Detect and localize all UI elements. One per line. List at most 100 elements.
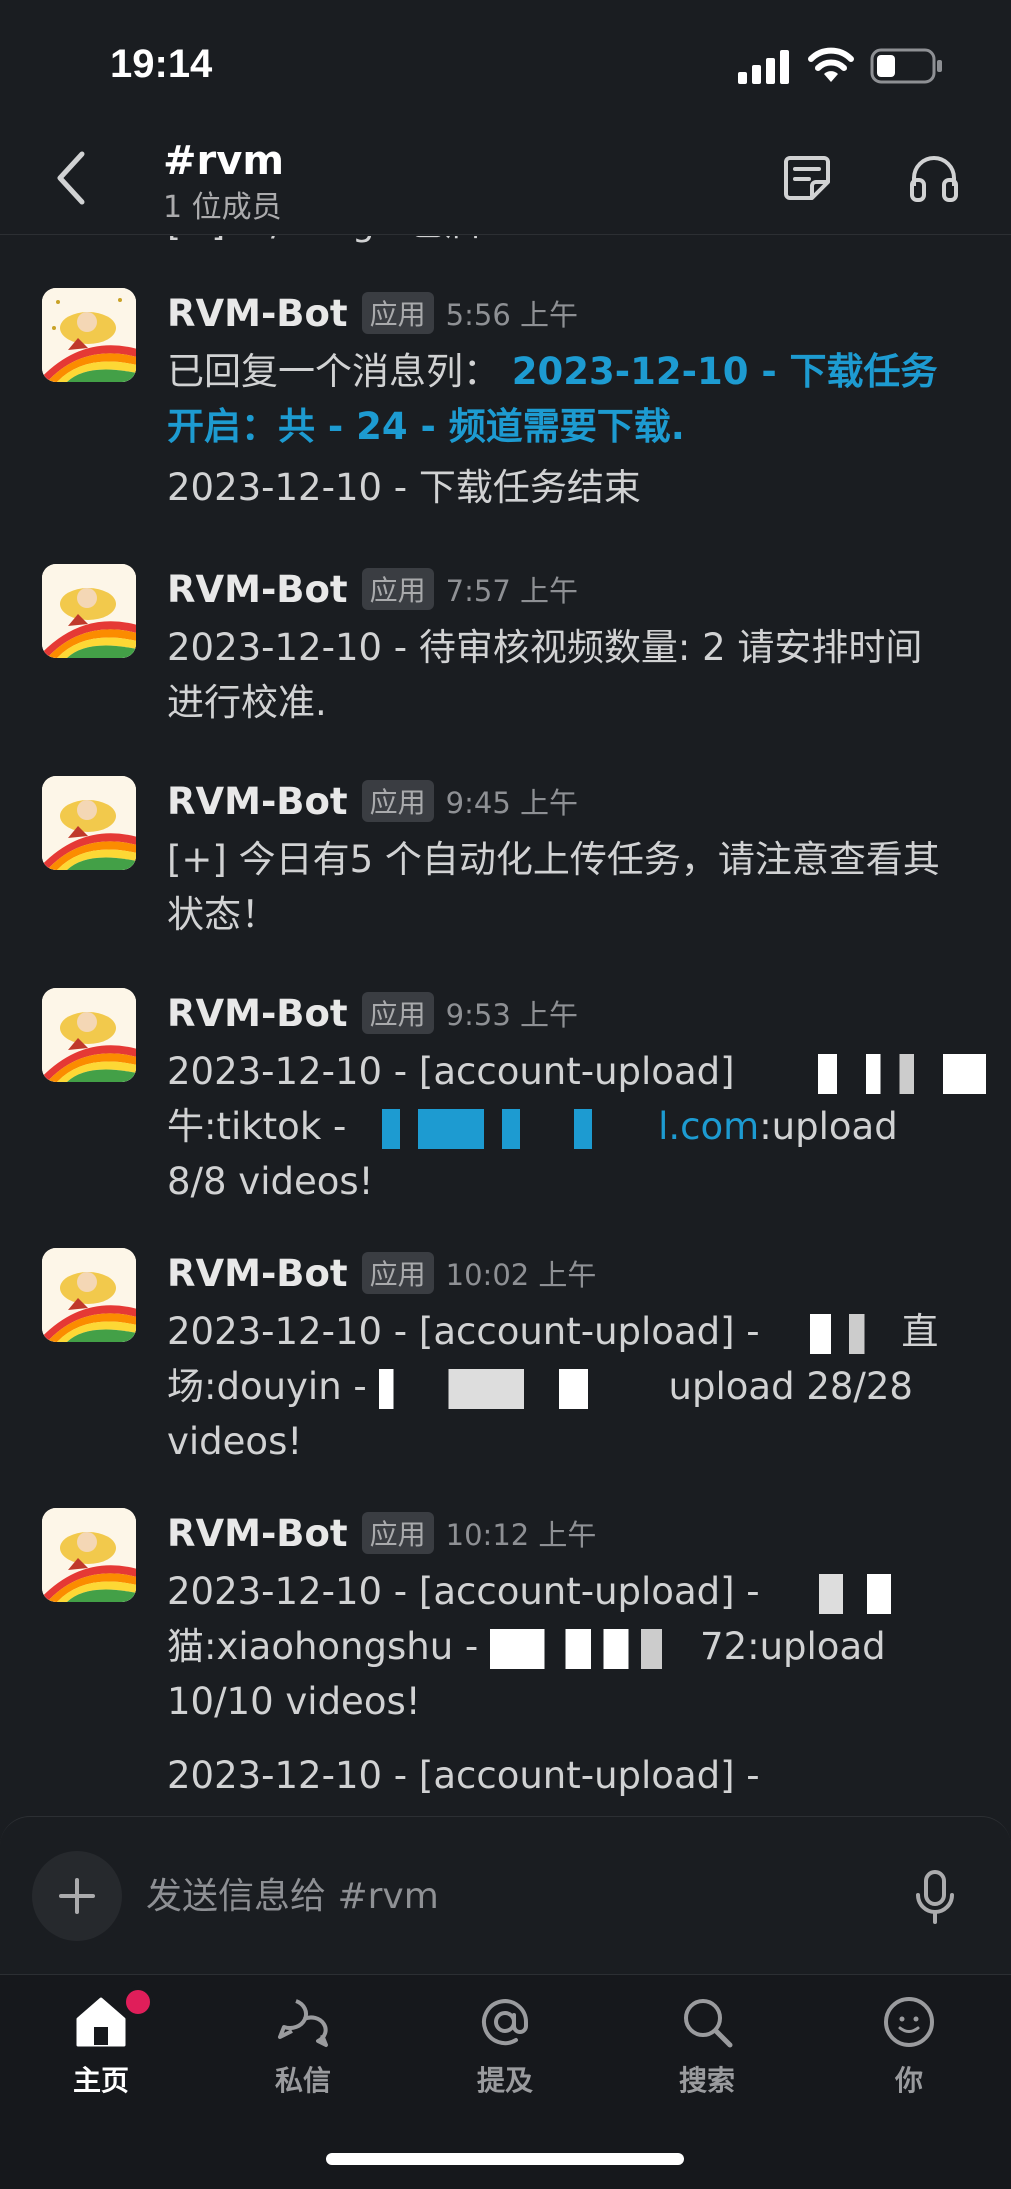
message-line: videos!: [167, 1420, 303, 1463]
message-line-text: :upload: [759, 1105, 898, 1148]
tab-you[interactable]: 你: [809, 1993, 1009, 2103]
message-line-text: 直: [901, 1310, 939, 1353]
redacted-block: [378, 1368, 669, 1409]
avatar[interactable]: [42, 1248, 136, 1342]
plus-icon: [59, 1878, 95, 1914]
avatar-image: [42, 564, 136, 658]
message-line: 2023-12-10 - [account-upload] -: [167, 1564, 967, 1619]
app-badge: 应用: [361, 1252, 434, 1294]
message-text: 2023-12-10 - 待审核视频数量: 2 请安排时间进行校准.: [167, 626, 923, 724]
tab-home[interactable]: 主页: [1, 1987, 201, 2103]
tab-search[interactable]: 搜索: [607, 1993, 807, 2103]
message-line: 猫:xiaohongshu - 72:upload: [167, 1619, 967, 1674]
message-line-text: 2023-12-10 - [account-upload] -: [167, 1310, 760, 1353]
home-indicator[interactable]: [326, 2153, 684, 2165]
message-line-text: 猫:xiaohongshu -: [167, 1625, 479, 1668]
tab-label: 提及: [476, 2064, 533, 2097]
message-line-text: upload 28/28: [668, 1365, 913, 1408]
tab-mentions[interactable]: 提及: [405, 1993, 605, 2103]
tab-label: 你: [894, 2064, 923, 2097]
sender-name[interactable]: RVM-Bot: [167, 1252, 348, 1295]
message-composer: [0, 1816, 1011, 1975]
avatar-image: [42, 988, 136, 1082]
redacted-block: [358, 1108, 659, 1149]
avatar[interactable]: [42, 988, 136, 1082]
tab-dms[interactable]: 私信: [203, 1993, 403, 2103]
redacted-block: [771, 1573, 892, 1614]
message-time[interactable]: 10:02 上午: [446, 1252, 597, 1294]
message-text: 2023-12-10 - [account-upload] -: [167, 1754, 760, 1797]
message-text: 2023-12-10 - 下载任务结束: [167, 466, 641, 509]
avatar-image: [42, 776, 136, 870]
microphone-icon[interactable]: [910, 1869, 960, 1925]
notification-dot: [123, 1987, 153, 2017]
battery-icon: [870, 48, 942, 84]
app-badge: 应用: [361, 568, 434, 610]
member-count[interactable]: 1 位成员: [163, 182, 282, 226]
sender-name[interactable]: RVM-Bot: [167, 292, 348, 335]
redacted-block: [746, 1053, 987, 1094]
message-time[interactable]: 9:45 上午: [446, 780, 578, 822]
message-line-text: 2023-12-10 - [account-upload]: [167, 1050, 735, 1093]
message-body: 2023-12-10 - [account-upload] - 直 场:douy…: [167, 1304, 967, 1469]
avatar[interactable]: [42, 1508, 136, 1602]
message-time[interactable]: 5:56 上午: [446, 292, 578, 334]
profile-icon: [884, 1997, 934, 2047]
message-header: RVM-Bot 应用 9:45 上午: [167, 776, 578, 826]
sender-name[interactable]: RVM-Bot: [167, 1512, 348, 1555]
sender-name[interactable]: RVM-Bot: [167, 992, 348, 1035]
message-line: 8/8 videos!: [167, 1160, 374, 1203]
message-text: [+] 今日有5 个自动化上传任务，请注意查看其状态！: [167, 838, 940, 936]
message-body: 2023-12-10 - [account-upload] 牛:tiktok -…: [167, 1044, 987, 1209]
signal-icon: [738, 50, 789, 84]
channel-header: #rvm 1 位成员: [0, 130, 1011, 235]
message-line: 2023-12-10 - [account-upload]: [167, 1044, 987, 1099]
message-time[interactable]: 9:53 上午: [446, 992, 578, 1034]
avatar-image: [42, 1508, 136, 1602]
redacted-block: [490, 1628, 701, 1669]
message-line-text: 牛:tiktok -: [167, 1105, 347, 1148]
email-link[interactable]: l.com: [658, 1105, 759, 1148]
message-body: 已回复一个消息列： 2023-12-10 - 下载任务开启：共 - 24 - 频…: [167, 344, 967, 454]
message-header: RVM-Bot 应用 10:12 上午: [167, 1508, 596, 1558]
message-list[interactable]: [+] 8 / 12 gb 已启 RVM-Bot 应用 5:56 上午: [0, 236, 1011, 1816]
app-badge: 应用: [361, 992, 434, 1034]
add-attachment-button[interactable]: [32, 1851, 122, 1941]
avatar-image: [42, 1248, 136, 1342]
home-icon: [76, 1997, 126, 2047]
sender-name[interactable]: RVM-Bot: [167, 568, 348, 611]
message-line-text: 2023-12-10 - [account-upload] -: [167, 1570, 760, 1613]
back-icon[interactable]: [52, 148, 92, 208]
canvas-icon[interactable]: [782, 152, 832, 202]
message-line-text: 场:douyin -: [167, 1365, 367, 1408]
status-time: 19:14: [110, 42, 213, 86]
message-line: 场:douyin - upload 28/28: [167, 1359, 967, 1414]
message-time[interactable]: 10:12 上午: [446, 1512, 597, 1554]
message-line-text: 72:upload: [700, 1625, 886, 1668]
app-badge: 应用: [361, 780, 434, 822]
sender-name[interactable]: RVM-Bot: [167, 780, 348, 823]
message-header: RVM-Bot 应用 7:57 上午: [167, 564, 578, 614]
message-time[interactable]: 7:57 上午: [446, 568, 578, 610]
tab-label: 主页: [72, 2064, 129, 2097]
wifi-icon: [808, 47, 854, 82]
partial-message-text: [+] 8 / 12 gb 已启: [167, 236, 481, 246]
message-header: RVM-Bot 应用 5:56 上午: [167, 288, 578, 338]
redacted-block: [771, 1313, 902, 1354]
tab-label: 搜索: [678, 2064, 735, 2097]
status-bar: 19:14: [0, 0, 1011, 130]
message-input[interactable]: [146, 1861, 876, 1931]
search-icon: [684, 1999, 733, 2048]
message-header: RVM-Bot 应用 10:02 上午: [167, 1248, 596, 1298]
reply-prefix: 已回复一个消息列：: [167, 350, 500, 393]
message-line: 10/10 videos!: [167, 1680, 421, 1723]
avatar[interactable]: [42, 288, 136, 382]
avatar-image: [42, 288, 136, 382]
app-badge: 应用: [361, 292, 434, 334]
channel-name[interactable]: #rvm: [163, 138, 284, 184]
message-line: 2023-12-10 - [account-upload] - 直: [167, 1304, 967, 1359]
headphones-icon[interactable]: [908, 152, 960, 202]
avatar[interactable]: [42, 776, 136, 870]
dm-icon: [278, 1999, 328, 2047]
avatar[interactable]: [42, 564, 136, 658]
